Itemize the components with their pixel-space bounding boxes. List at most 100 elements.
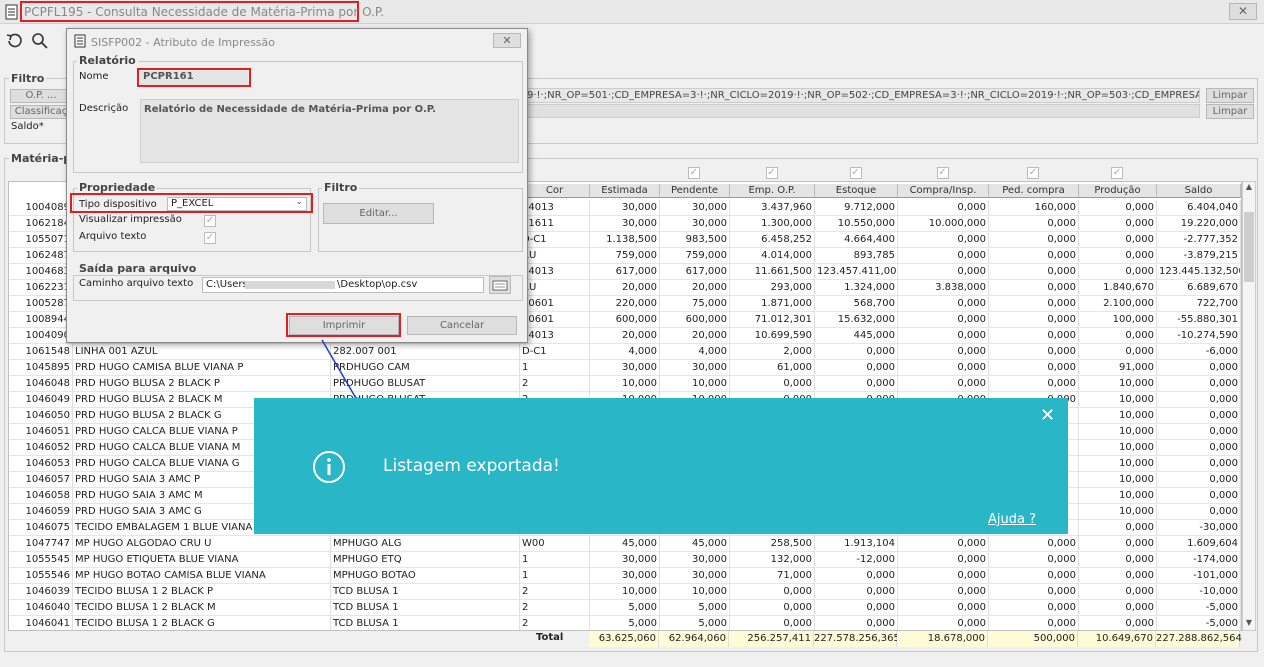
refresh-icon[interactable] bbox=[5, 32, 23, 50]
table-cell: -3.879,215 bbox=[1157, 248, 1241, 264]
window-close-button[interactable]: ✕ bbox=[1229, 3, 1257, 20]
table-cell: 0,000 bbox=[815, 616, 898, 630]
table-cell: 2 bbox=[520, 616, 590, 630]
total-cell: 62.964,060 bbox=[659, 631, 729, 647]
table-cell: 45,000 bbox=[590, 536, 660, 552]
nome-highlight bbox=[137, 68, 251, 87]
search-icon[interactable] bbox=[31, 32, 49, 50]
table-cell: MP HUGO ALGODAO CRU U bbox=[73, 536, 331, 552]
browse-folder-icon[interactable] bbox=[489, 276, 511, 294]
table-scrollbar[interactable]: ▲ ▼ bbox=[1242, 181, 1256, 631]
print-attributes-dialog: SISFP002 - Atributo de Impressão ✕ Relat… bbox=[66, 28, 528, 343]
table-cell: 0,000 bbox=[898, 568, 989, 584]
table-cell: 1004090 bbox=[9, 328, 73, 344]
descricao-field[interactable]: Relatório de Necessidade de Matéria-Prim… bbox=[140, 99, 519, 163]
classificacao-field[interactable] bbox=[526, 104, 1200, 118]
dialog-close-button[interactable]: ✕ bbox=[493, 33, 521, 48]
column-header[interactable]: Estimada bbox=[590, 184, 660, 198]
column-header[interactable]: Emp. O.P. bbox=[730, 184, 815, 198]
scroll-thumb[interactable] bbox=[1244, 212, 1254, 282]
column-header[interactable]: Compra/Insp. bbox=[898, 184, 989, 198]
table-cell: 0,000 bbox=[1079, 584, 1157, 600]
table-cell: 10601 bbox=[520, 312, 590, 328]
column-checkbox[interactable]: ✓ bbox=[1027, 167, 1039, 179]
help-link[interactable]: Ajuda ? bbox=[988, 512, 1036, 527]
column-header[interactable]: Estoque bbox=[815, 184, 898, 198]
table-cell: 6.689,670 bbox=[1157, 280, 1241, 296]
table-cell: 132,000 bbox=[730, 552, 815, 568]
column-header[interactable]: Cor bbox=[520, 184, 590, 198]
table-cell: 0,000 bbox=[815, 376, 898, 392]
op-button[interactable]: O.P. ... bbox=[10, 89, 72, 103]
table-cell: 759,000 bbox=[590, 248, 660, 264]
table-cell: 617,000 bbox=[660, 264, 730, 280]
column-checkbox[interactable]: ✓ bbox=[849, 167, 862, 179]
table-cell: 6.458,252 bbox=[730, 232, 815, 248]
editar-button[interactable]: Editar... bbox=[323, 203, 434, 224]
table-cell: 10,000 bbox=[1079, 456, 1157, 472]
scroll-down-icon[interactable]: ▼ bbox=[1243, 618, 1255, 630]
table-cell: 0,000 bbox=[989, 552, 1079, 568]
table-cell: 0,000 bbox=[898, 584, 989, 600]
table-cell: 10,000 bbox=[1079, 392, 1157, 408]
table-cell: 0,000 bbox=[1079, 232, 1157, 248]
table-row[interactable]: 1055546 MP HUGO BOTAO CAMISA BLUE VIANA MP… bbox=[9, 568, 1241, 584]
column-header[interactable]: Pendente bbox=[660, 184, 730, 198]
table-cell: 0,000 bbox=[898, 248, 989, 264]
table-row[interactable]: 1046048 PRD HUGO BLUSA 2 BLACK P PRDHUGO B… bbox=[9, 376, 1241, 392]
table-row[interactable]: 1046041 TECIDO BLUSA 1 2 BLACK G TCD BLUSA… bbox=[9, 616, 1241, 630]
relatorio-label: Relatório bbox=[77, 54, 138, 67]
op-filter-field[interactable]: 9·!·;NR_OP=501·;CD_EMPRESA=3·!·;NR_CICLO… bbox=[526, 88, 1200, 103]
table-cell: 1046053 bbox=[9, 456, 73, 472]
clear-op-button[interactable]: Limpar bbox=[1206, 88, 1254, 103]
cancelar-button[interactable]: Cancelar bbox=[407, 316, 517, 335]
table-cell: 10601 bbox=[520, 296, 590, 312]
column-header[interactable]: Saldo bbox=[1157, 184, 1241, 198]
table-cell: 1 bbox=[520, 360, 590, 376]
table-cell: 759,000 bbox=[660, 248, 730, 264]
table-row[interactable]: 1047747 MP HUGO ALGODAO CRU U MPHUGO ALG W0… bbox=[9, 536, 1241, 552]
classificacao-button[interactable]: Classificaç bbox=[10, 105, 72, 119]
table-row[interactable]: 1045895 PRD HUGO CAMISA BLUE VIANA P PRDHU… bbox=[9, 360, 1241, 376]
table-cell: 20,000 bbox=[590, 280, 660, 296]
column-checkbox[interactable]: ✓ bbox=[765, 167, 778, 179]
column-checkbox[interactable]: ✓ bbox=[936, 167, 949, 179]
table-cell: 568,700 bbox=[815, 296, 898, 312]
table-row[interactable]: 1061548 LINHA 001 AZUL 282.007 001 D-C1 4,00… bbox=[9, 344, 1241, 360]
column-header[interactable]: Ped. compra bbox=[989, 184, 1079, 198]
table-cell: 30,000 bbox=[590, 360, 660, 376]
table-row[interactable]: 1046039 TECIDO BLUSA 1 2 BLACK P TCD BLUSA… bbox=[9, 584, 1241, 600]
table-cell: 0,000 bbox=[898, 360, 989, 376]
arquivo-texto-label: Arquivo texto bbox=[79, 231, 147, 242]
arquivo-texto-checkbox[interactable]: ✓ bbox=[204, 232, 216, 244]
table-cell: 600,000 bbox=[660, 312, 730, 328]
table-cell: 0,000 bbox=[1157, 392, 1241, 408]
table-cell: -10,000 bbox=[1157, 584, 1241, 600]
toast-close-icon[interactable]: ✕ bbox=[1040, 405, 1055, 426]
table-cell: 0,000 bbox=[815, 600, 898, 616]
table-cell: 0,000 bbox=[989, 296, 1079, 312]
table-cell: 30,000 bbox=[660, 360, 730, 376]
table-cell: 6.404,040 bbox=[1157, 200, 1241, 216]
window-title: PCPFL195 - Consulta Necessidade de Matér… bbox=[24, 5, 385, 19]
table-cell: MP HUGO ETIQUETA BLUE VIANA bbox=[73, 552, 331, 568]
caminho-field[interactable]: C:\Users \Desktop\op.csv bbox=[202, 277, 484, 293]
redacted-username bbox=[245, 281, 335, 289]
caminho-prefix: C:\Users bbox=[206, 279, 248, 290]
clear-class-button[interactable]: Limpar bbox=[1206, 104, 1254, 119]
descricao-value: Relatório de Necessidade de Matéria-Prim… bbox=[144, 104, 437, 115]
table-cell: 5,000 bbox=[590, 616, 660, 630]
visualizar-checkbox[interactable]: ✓ bbox=[204, 215, 216, 227]
table-cell: 4.664,400 bbox=[815, 232, 898, 248]
table-cell: 1046051 bbox=[9, 424, 73, 440]
table-cell: 71.012,301 bbox=[730, 312, 815, 328]
table-row[interactable]: 1055545 MP HUGO ETIQUETA BLUE VIANA MPHUGO… bbox=[9, 552, 1241, 568]
table-cell: 1046059 bbox=[9, 504, 73, 520]
column-checkbox[interactable]: ✓ bbox=[1111, 167, 1123, 179]
column-checkbox[interactable]: ✓ bbox=[688, 167, 700, 179]
table-cell: 1.609,604 bbox=[1157, 536, 1241, 552]
table-cell: 4.014,000 bbox=[730, 248, 815, 264]
scroll-up-icon[interactable]: ▲ bbox=[1243, 182, 1255, 194]
column-header[interactable]: Produção bbox=[1079, 184, 1157, 198]
table-row[interactable]: 1046040 TECIDO BLUSA 1 2 BLACK M TCD BLUSA… bbox=[9, 600, 1241, 616]
